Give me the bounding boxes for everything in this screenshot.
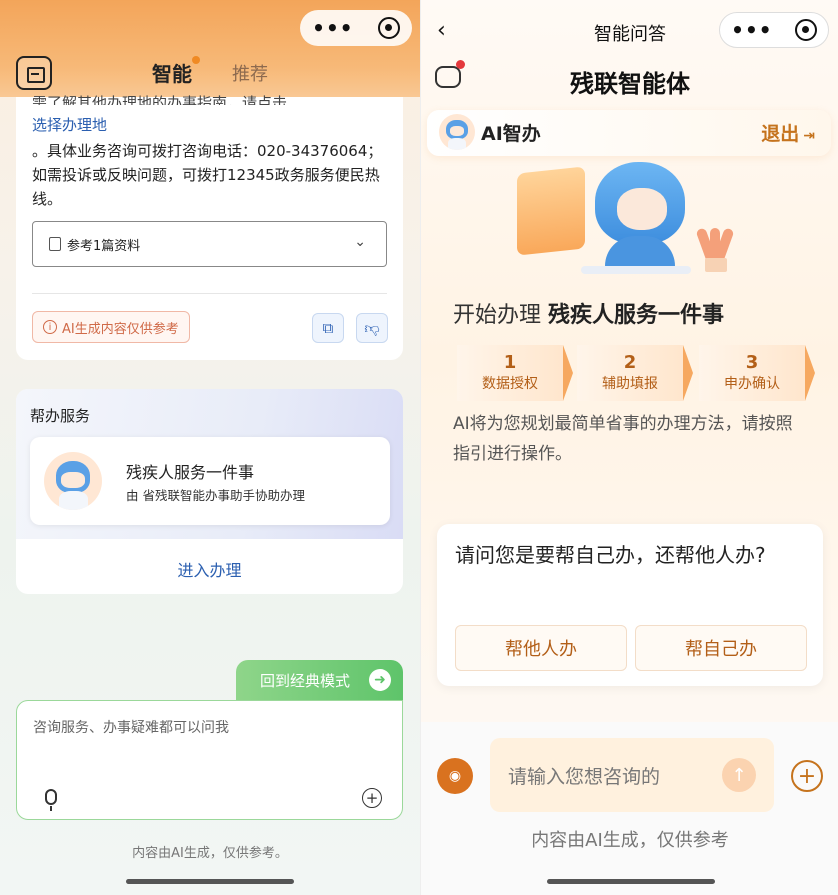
- robot-face: [617, 188, 667, 230]
- exit-icon: ⇥: [803, 128, 815, 144]
- tab-smart[interactable]: 智能: [152, 58, 192, 87]
- more-icon[interactable]: •••: [312, 18, 353, 38]
- step-2: 2 辅助填报: [577, 345, 693, 401]
- enter-button[interactable]: 进入办理: [16, 557, 403, 581]
- exit-button[interactable]: 退出 ⇥: [761, 119, 815, 146]
- ai-disclaimer: 内容由AI生成，仅供参考: [531, 830, 729, 851]
- ai-disclaimer: 内容由AI生成，仅供参考。: [132, 846, 288, 861]
- answer-card: 需了解其他办理地的办事指南，请点击 选择办理地 。具体业务咨询可拨打咨询电话：0…: [16, 94, 403, 360]
- plus-icon[interactable]: +: [791, 760, 823, 792]
- reference-dropdown[interactable]: 参考1篇资料 ⌄: [32, 221, 387, 267]
- arrow-right-icon: ➜: [369, 669, 391, 691]
- service-name: 残疾人服务一件事: [126, 463, 255, 482]
- copy-icon[interactable]: ⧉: [312, 313, 344, 343]
- divider: [32, 293, 387, 294]
- assistant-avatar: [439, 114, 475, 150]
- info-icon: i: [43, 320, 57, 334]
- plant-illustration: [695, 212, 735, 272]
- select-location-link[interactable]: 选择办理地: [32, 113, 387, 137]
- flow-title: 开始办理 残疾人服务一件事: [453, 297, 724, 329]
- step-num: 3: [745, 352, 759, 373]
- monitor-illustration: [517, 166, 585, 256]
- home-indicator: [126, 879, 294, 884]
- question-card: 请问您是要帮自己办，还帮他人办? 帮他人办 帮自己办: [437, 524, 823, 686]
- flow-service: 残疾人服务一件事: [548, 303, 725, 328]
- send-icon[interactable]: ↑: [722, 758, 756, 792]
- miniapp-capsule: •••: [300, 10, 412, 46]
- plus-icon[interactable]: +: [362, 788, 382, 808]
- help-service-card: 帮办服务 残疾人服务一件事 由 省残联智能办事助手协助办理 进入办理: [16, 389, 403, 594]
- answer-text-partial: 需了解其他办理地的办事指南，请点击: [32, 94, 288, 105]
- reference-label: 参考1篇资料: [67, 238, 141, 254]
- target-icon[interactable]: [377, 17, 400, 39]
- thumb-down-icon[interactable]: 👎︎: [356, 313, 388, 343]
- ai-name: AI智办: [481, 123, 541, 145]
- service-item[interactable]: 残疾人服务一件事 由 省残联智能办事助手协助办理: [30, 437, 390, 525]
- help-self-button[interactable]: 帮自己办: [635, 625, 807, 671]
- step-label: 申办确认: [724, 376, 780, 392]
- exit-label: 退出: [761, 123, 800, 145]
- step-3: 3 申办确认: [699, 345, 815, 401]
- question-text: 请问您是要帮自己办，还帮他人办?: [455, 543, 766, 567]
- ai-notice-text: AI生成内容仅供参考: [62, 321, 179, 337]
- agent-title: 残联智能体: [570, 70, 690, 98]
- classic-mode-label: 回到经典模式: [260, 671, 351, 690]
- target-icon[interactable]: [794, 19, 817, 41]
- flow-card: 开始办理 残疾人服务一件事 1 数据授权 2 辅助填报 3 申办确认 AI将为您…: [437, 283, 823, 493]
- input-area: ◉ 请输入您想咨询的 ↑ + 内容由AI生成，仅供参考: [421, 722, 838, 895]
- help-others-button[interactable]: 帮他人办: [455, 625, 627, 671]
- tab-smart-dot: [192, 56, 200, 64]
- menu-icon[interactable]: [16, 56, 52, 90]
- chevron-down-icon: ⌄: [354, 234, 366, 250]
- left-header: ••• 智能 推荐: [0, 0, 420, 97]
- input-placeholder: 请输入您想咨询的: [508, 766, 661, 788]
- step-num: 2: [623, 352, 637, 373]
- miniapp-capsule: •••: [719, 12, 829, 48]
- left-screen: ••• 智能 推荐 需了解其他办理地的办事指南，请点击 选择办理地 。具体业务咨…: [0, 0, 420, 895]
- tab-recommend[interactable]: 推荐: [232, 60, 268, 86]
- step-label: 数据授权: [482, 376, 538, 392]
- step-1: 1 数据授权: [457, 345, 573, 401]
- desk-illustration: [581, 266, 691, 274]
- assistant-avatar: [44, 452, 102, 510]
- service-desc: 由 省残联智能办事助手协助办理: [126, 488, 305, 503]
- mic-icon[interactable]: [45, 789, 57, 811]
- chat-input[interactable]: 咨询服务、办事疑难都可以问我 +: [16, 700, 403, 820]
- right-screen: ‹ 智能问答 ••• 残联智能体 AI智办 退出 ⇥ 开始办理 残疾人服务一件事 …: [420, 0, 838, 895]
- step-num: 1: [503, 352, 517, 373]
- more-icon[interactable]: •••: [731, 18, 772, 42]
- ai-assistant-bar: AI智办 退出 ⇥: [427, 110, 831, 156]
- flow-desc: AI将为您规划最简单省事的办理方法，请按照指引进行操作。: [453, 414, 793, 464]
- flow-prefix: 开始办理: [453, 303, 542, 328]
- doc-icon: [49, 237, 61, 251]
- voice-icon[interactable]: ◉: [437, 758, 473, 794]
- input-placeholder: 咨询服务、办事疑难都可以问我: [33, 720, 229, 736]
- step-label: 辅助填报: [602, 376, 658, 392]
- classic-mode-button[interactable]: 回到经典模式 ➜: [236, 660, 403, 700]
- answer-text: 。具体业务咨询可拨打咨询电话：020-34376064；如需投诉或反映问题，可拨…: [32, 142, 383, 208]
- chat-input[interactable]: 请输入您想咨询的 ↑: [490, 738, 774, 812]
- help-service-title: 帮办服务: [30, 407, 91, 425]
- home-indicator: [547, 879, 715, 884]
- ai-notice-badge: i AI生成内容仅供参考: [32, 311, 190, 343]
